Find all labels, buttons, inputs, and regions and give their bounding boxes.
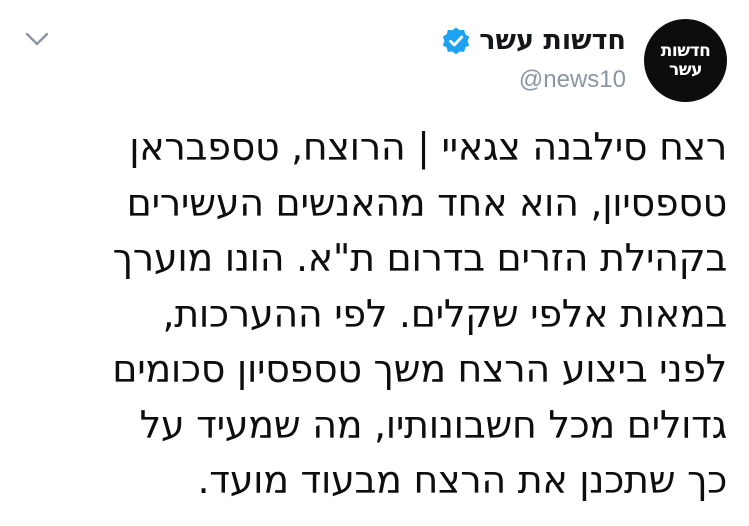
verified-badge-icon: [443, 27, 470, 55]
tweet-text-line: במאות אלפי שקלים. לפי ההערכות,: [162, 291, 727, 336]
display-name[interactable]: חדשות עשר: [479, 26, 626, 56]
tweet-text-line: רצח סילבנה צגאיי | הרוצח, טספבראן: [129, 125, 727, 169]
account-header[interactable]: חדשות עשר @news10: [441, 26, 626, 94]
tweet-text: רצח סילבנה צגאיי | הרוצח, טספבראן טספסיו…: [27, 120, 727, 509]
name-row: חדשות עשר: [441, 26, 626, 56]
avatar-logo-line2: עשר: [669, 59, 702, 80]
tweet-text-line: גדולים מכל חשבונותיו, מה שמעיד על: [139, 402, 728, 447]
tweet-card: חדשות עשר @news10 חדשות עשר רצח סילבנה צ…: [0, 0, 749, 526]
avatar-logo-line1: חדשות: [660, 40, 711, 61]
tweet-text-line: לפני ביצוע הרצח משך טספסיון סכומים: [112, 347, 727, 391]
tweet-text-line: בקהילת הזרים בדרום ת"א. הונו מוערך: [112, 236, 728, 280]
tweet-text-line: טספסיון, הוא אחד מהאנשים העשירים: [126, 180, 728, 225]
tweet-text-line: כך שתכנן את הרצח מבעוד מועד.: [197, 458, 727, 502]
account-handle[interactable]: @news10: [441, 66, 626, 94]
avatar[interactable]: חדשות עשר: [644, 19, 727, 102]
chevron-down-icon[interactable]: [25, 30, 49, 48]
